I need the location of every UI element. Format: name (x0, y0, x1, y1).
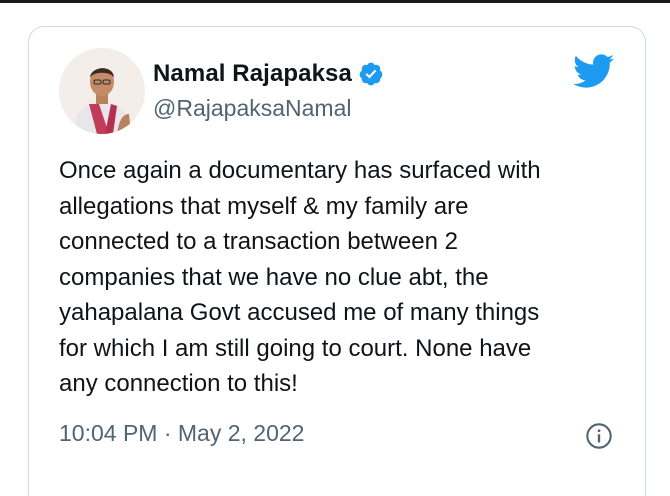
avatar[interactable] (59, 48, 145, 134)
info-circle-icon[interactable] (585, 422, 613, 450)
top-rule (0, 0, 670, 3)
verified-badge-icon (358, 61, 384, 87)
twitter-bird-icon[interactable] (571, 53, 615, 89)
display-name[interactable]: Namal Rajapaksa (153, 60, 352, 88)
author-name-row: Namal Rajapaksa (153, 58, 384, 90)
tweet-timestamp[interactable]: 10:04 PM · May 2, 2022 (59, 420, 304, 447)
tweet-text: Once again a documentary has surfaced wi… (59, 157, 541, 397)
user-handle[interactable]: @RajapaksaNamal (153, 95, 352, 122)
tweet-card[interactable]: Namal Rajapaksa @RajapaksaNamal Once aga… (28, 26, 646, 496)
